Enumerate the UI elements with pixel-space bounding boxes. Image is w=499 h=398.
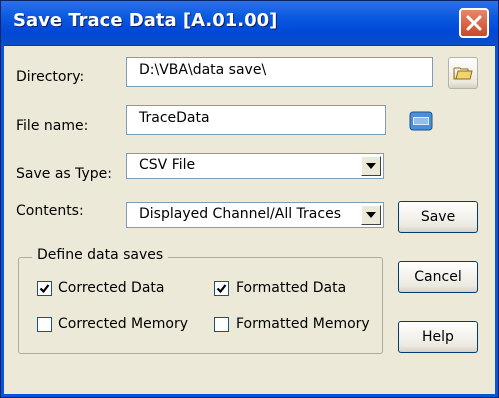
title-bar[interactable]: Save Trace Data [A.01.00] [1, 1, 498, 46]
corrected-data-label[interactable]: Corrected Data [58, 280, 164, 296]
close-icon [466, 15, 482, 31]
keyboard-button[interactable] [404, 106, 436, 136]
save-type-select[interactable]: CSV File [126, 153, 384, 179]
contents-label: Contents: [16, 203, 84, 219]
window-frame-bottom [1, 394, 498, 397]
contents-value: Displayed Channel/All Traces [139, 206, 341, 222]
save-type-value: CSV File [139, 157, 196, 173]
save-trace-data-dialog: Save Trace Data [A.01.00] Directory: D:\… [0, 0, 499, 398]
chevron-down-icon [366, 163, 376, 169]
define-data-saves-group [18, 257, 383, 354]
contents-dropdown-button[interactable] [361, 205, 381, 225]
folder-icon [453, 67, 473, 80]
checkmark-icon [216, 284, 227, 294]
formatted-data-label[interactable]: Formatted Data [236, 280, 346, 296]
corrected-data-checkbox[interactable] [37, 281, 52, 296]
directory-label: Directory: [16, 69, 85, 85]
chevron-down-icon [366, 212, 376, 218]
window-frame-left [1, 45, 4, 397]
filename-label: File name: [16, 118, 89, 134]
keyboard-icon [409, 111, 433, 131]
group-title: Define data saves [32, 247, 169, 263]
save-type-label: Save as Type: [16, 166, 113, 182]
contents-select[interactable]: Displayed Channel/All Traces [126, 202, 384, 228]
window-frame-right [495, 45, 498, 397]
formatted-memory-checkbox[interactable] [214, 317, 229, 332]
browse-directory-button[interactable] [448, 57, 478, 89]
directory-field[interactable]: D:\VBA\data save\ [126, 57, 433, 87]
help-button[interactable]: Help [398, 321, 478, 353]
corrected-memory-checkbox[interactable] [37, 317, 52, 332]
checkmark-icon [39, 284, 50, 294]
corrected-memory-label[interactable]: Corrected Memory [58, 316, 188, 332]
window-title: Save Trace Data [A.01.00] [13, 10, 278, 31]
formatted-data-checkbox[interactable] [214, 281, 229, 296]
close-button[interactable] [459, 8, 489, 38]
cancel-button[interactable]: Cancel [398, 261, 478, 293]
save-button[interactable]: Save [398, 201, 478, 233]
formatted-memory-label[interactable]: Formatted Memory [236, 316, 370, 332]
save-type-dropdown-button[interactable] [361, 156, 381, 176]
filename-field[interactable]: TraceData [126, 105, 386, 135]
